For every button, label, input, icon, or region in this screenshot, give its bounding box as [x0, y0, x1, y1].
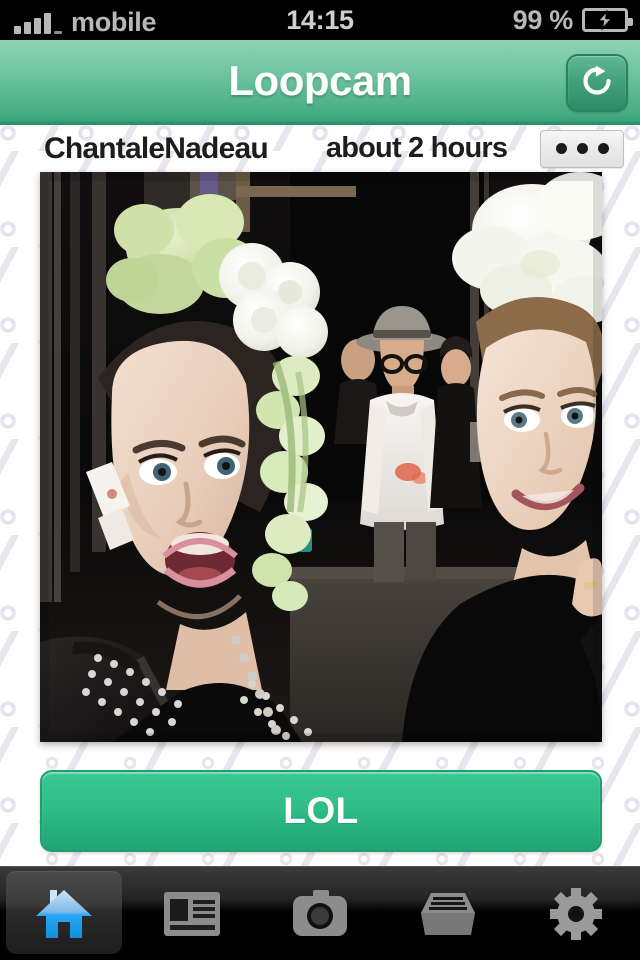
feed-content: ChantaleNadeau about 2 hours LOL [0, 125, 640, 866]
tab-home[interactable] [0, 867, 128, 960]
tab-inbox[interactable] [384, 867, 512, 960]
page-title: Loopcam [228, 57, 412, 104]
gear-icon [550, 887, 602, 940]
lol-button-label: LOL [283, 790, 359, 831]
post-more-button[interactable] [540, 129, 624, 168]
post-username[interactable]: ChantaleNadeau [44, 132, 269, 166]
post-header: ChantaleNadeau about 2 hours [0, 125, 640, 172]
inbox-tray-icon [421, 891, 475, 937]
camera-icon [293, 889, 347, 938]
status-bar-right: 99 % [512, 4, 633, 36]
battery-percent-label: 99 % [512, 4, 574, 35]
tab-settings[interactable] [512, 867, 640, 960]
ellipsis-icon-dot [597, 143, 609, 154]
post-photo[interactable] [40, 172, 602, 742]
post-photo-image [40, 172, 602, 742]
tab-bar [0, 866, 640, 960]
post-timestamp: about 2 hours [325, 132, 508, 164]
refresh-icon [579, 63, 615, 104]
app-header: Loopcam [0, 40, 640, 125]
news-icon [163, 891, 221, 937]
home-icon [34, 886, 94, 942]
status-bar: mobile 14:15 99 % [0, 0, 640, 40]
refresh-button[interactable] [566, 54, 628, 112]
app-root: mobile 14:15 99 % Loopcam ChantaleNadeau… [0, 0, 640, 960]
tab-feed[interactable] [128, 867, 256, 960]
tab-camera[interactable] [256, 867, 384, 960]
battery-charging-icon [582, 8, 633, 32]
ellipsis-icon-dot [576, 143, 588, 154]
ellipsis-icon-dot [555, 143, 567, 154]
lol-button[interactable]: LOL [40, 770, 602, 852]
